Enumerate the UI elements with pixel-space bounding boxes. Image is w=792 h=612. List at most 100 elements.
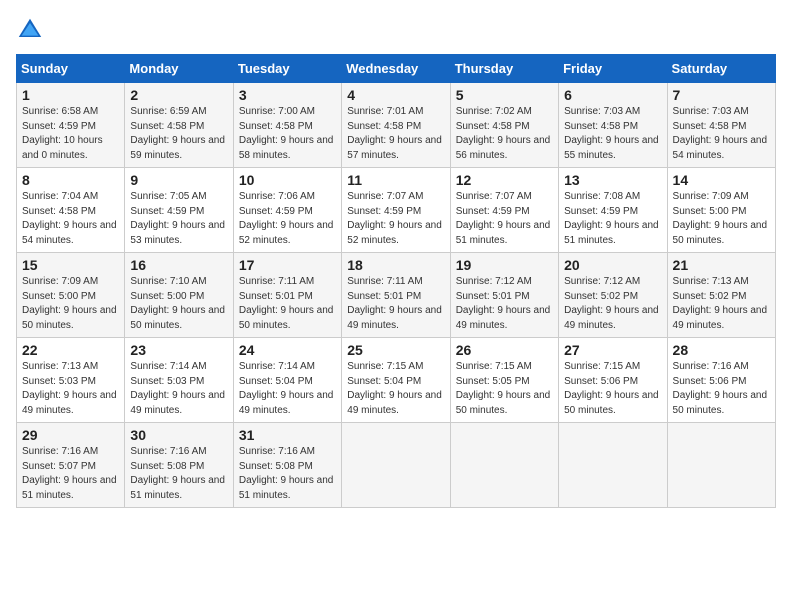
calendar-cell: 16 Sunrise: 7:10 AMSunset: 5:00 PMDayligh… — [125, 253, 233, 338]
day-number: 17 — [239, 257, 336, 273]
calendar-cell: 3 Sunrise: 7:00 AMSunset: 4:58 PMDaylight… — [233, 83, 341, 168]
calendar-week-2: 8 Sunrise: 7:04 AMSunset: 4:58 PMDaylight… — [17, 168, 776, 253]
calendar-cell — [342, 423, 450, 508]
day-number: 15 — [22, 257, 119, 273]
day-number: 31 — [239, 427, 336, 443]
day-info: Sunrise: 7:14 AMSunset: 5:04 PMDaylight:… — [239, 360, 336, 418]
day-info: Sunrise: 7:12 AMSunset: 5:02 PMDaylight:… — [564, 275, 661, 333]
day-number: 25 — [347, 342, 444, 358]
calendar-cell: 9 Sunrise: 7:05 AMSunset: 4:59 PMDaylight… — [125, 168, 233, 253]
calendar-cell: 24 Sunrise: 7:14 AMSunset: 5:04 PMDayligh… — [233, 338, 341, 423]
day-number: 23 — [130, 342, 227, 358]
day-number: 11 — [347, 172, 444, 188]
day-info: Sunrise: 7:08 AMSunset: 4:59 PMDaylight:… — [564, 190, 661, 248]
day-number: 7 — [673, 87, 770, 103]
calendar-cell: 26 Sunrise: 7:15 AMSunset: 5:05 PMDayligh… — [450, 338, 558, 423]
day-number: 3 — [239, 87, 336, 103]
calendar-cell: 17Sunrise: 7:11 AMSunset: 5:01 PMDayligh… — [233, 253, 341, 338]
day-number: 22 — [22, 342, 119, 358]
calendar-cell: 18Sunrise: 7:11 AMSunset: 5:01 PMDayligh… — [342, 253, 450, 338]
calendar-cell: 21 Sunrise: 7:13 AMSunset: 5:02 PMDayligh… — [667, 253, 775, 338]
calendar-cell — [559, 423, 667, 508]
day-number: 30 — [130, 427, 227, 443]
calendar-cell — [450, 423, 558, 508]
day-info: Sunrise: 7:07 AMSunset: 4:59 PMDaylight:… — [456, 190, 553, 248]
day-info: Sunrise: 7:05 AMSunset: 4:59 PMDaylight:… — [130, 190, 227, 248]
day-info: Sunrise: 7:09 AMSunset: 5:00 PMDaylight:… — [673, 190, 770, 248]
day-number: 2 — [130, 87, 227, 103]
day-info: Sunrise: 6:59 AMSunset: 4:58 PMDaylight:… — [130, 105, 227, 163]
calendar-week-4: 22 Sunrise: 7:13 AMSunset: 5:03 PMDayligh… — [17, 338, 776, 423]
calendar-cell: 5Sunrise: 7:02 AMSunset: 4:58 PMDaylight… — [450, 83, 558, 168]
day-number: 19 — [456, 257, 553, 273]
day-number: 10 — [239, 172, 336, 188]
calendar-cell: 14Sunrise: 7:09 AMSunset: 5:00 PMDayligh… — [667, 168, 775, 253]
day-number: 29 — [22, 427, 119, 443]
day-number: 18 — [347, 257, 444, 273]
calendar-cell: 25 Sunrise: 7:15 AMSunset: 5:04 PMDayligh… — [342, 338, 450, 423]
calendar-cell: 30 Sunrise: 7:16 AMSunset: 5:08 PMDayligh… — [125, 423, 233, 508]
calendar-cell: 11Sunrise: 7:07 AMSunset: 4:59 PMDayligh… — [342, 168, 450, 253]
day-number: 4 — [347, 87, 444, 103]
calendar-cell: 13 Sunrise: 7:08 AMSunset: 4:59 PMDayligh… — [559, 168, 667, 253]
day-info: Sunrise: 7:13 AMSunset: 5:03 PMDaylight:… — [22, 360, 119, 418]
calendar-cell: 7Sunrise: 7:03 AMSunset: 4:58 PMDaylight… — [667, 83, 775, 168]
page-header — [16, 16, 776, 44]
weekday-header-tuesday: Tuesday — [233, 55, 341, 83]
weekday-header-thursday: Thursday — [450, 55, 558, 83]
calendar-cell: 27Sunrise: 7:15 AMSunset: 5:06 PMDayligh… — [559, 338, 667, 423]
weekday-header-saturday: Saturday — [667, 55, 775, 83]
day-number: 21 — [673, 257, 770, 273]
day-info: Sunrise: 7:13 AMSunset: 5:02 PMDaylight:… — [673, 275, 770, 333]
weekday-header-monday: Monday — [125, 55, 233, 83]
calendar-cell: 22 Sunrise: 7:13 AMSunset: 5:03 PMDayligh… — [17, 338, 125, 423]
calendar-cell — [667, 423, 775, 508]
weekday-row: SundayMondayTuesdayWednesdayThursdayFrid… — [17, 55, 776, 83]
day-info: Sunrise: 7:03 AMSunset: 4:58 PMDaylight:… — [564, 105, 661, 163]
calendar-cell: 20Sunrise: 7:12 AMSunset: 5:02 PMDayligh… — [559, 253, 667, 338]
calendar-cell: 1 Sunrise: 6:58 AMSunset: 4:59 PMDaylight… — [17, 83, 125, 168]
calendar-header: SundayMondayTuesdayWednesdayThursdayFrid… — [17, 55, 776, 83]
day-info: Sunrise: 7:16 AMSunset: 5:08 PMDaylight:… — [130, 445, 227, 503]
day-number: 16 — [130, 257, 227, 273]
calendar-cell: 15 Sunrise: 7:09 AMSunset: 5:00 PMDayligh… — [17, 253, 125, 338]
weekday-header-friday: Friday — [559, 55, 667, 83]
day-number: 1 — [22, 87, 119, 103]
calendar-cell: 28 Sunrise: 7:16 AMSunset: 5:06 PMDayligh… — [667, 338, 775, 423]
calendar-cell: 31Sunrise: 7:16 AMSunset: 5:08 PMDayligh… — [233, 423, 341, 508]
day-number: 24 — [239, 342, 336, 358]
weekday-header-sunday: Sunday — [17, 55, 125, 83]
day-number: 13 — [564, 172, 661, 188]
day-info: Sunrise: 7:04 AMSunset: 4:58 PMDaylight:… — [22, 190, 119, 248]
logo-icon — [16, 16, 44, 44]
day-number: 6 — [564, 87, 661, 103]
calendar-week-3: 15 Sunrise: 7:09 AMSunset: 5:00 PMDayligh… — [17, 253, 776, 338]
calendar-body: 1 Sunrise: 6:58 AMSunset: 4:59 PMDaylight… — [17, 83, 776, 508]
logo — [16, 16, 48, 44]
day-info: Sunrise: 7:02 AMSunset: 4:58 PMDaylight:… — [456, 105, 553, 163]
day-info: Sunrise: 7:16 AMSunset: 5:06 PMDaylight:… — [673, 360, 770, 418]
calendar-cell: 4 Sunrise: 7:01 AMSunset: 4:58 PMDaylight… — [342, 83, 450, 168]
day-info: Sunrise: 7:12 AMSunset: 5:01 PMDaylight:… — [456, 275, 553, 333]
day-info: Sunrise: 7:15 AMSunset: 5:05 PMDaylight:… — [456, 360, 553, 418]
calendar-cell: 6 Sunrise: 7:03 AMSunset: 4:58 PMDaylight… — [559, 83, 667, 168]
day-number: 27 — [564, 342, 661, 358]
day-info: Sunrise: 7:06 AMSunset: 4:59 PMDaylight:… — [239, 190, 336, 248]
day-info: Sunrise: 6:58 AMSunset: 4:59 PMDaylight:… — [22, 105, 119, 163]
day-info: Sunrise: 7:09 AMSunset: 5:00 PMDaylight:… — [22, 275, 119, 333]
day-number: 12 — [456, 172, 553, 188]
calendar-week-5: 29Sunrise: 7:16 AMSunset: 5:07 PMDayligh… — [17, 423, 776, 508]
day-info: Sunrise: 7:14 AMSunset: 5:03 PMDaylight:… — [130, 360, 227, 418]
day-info: Sunrise: 7:01 AMSunset: 4:58 PMDaylight:… — [347, 105, 444, 163]
calendar-week-1: 1 Sunrise: 6:58 AMSunset: 4:59 PMDaylight… — [17, 83, 776, 168]
calendar-cell: 23 Sunrise: 7:14 AMSunset: 5:03 PMDayligh… — [125, 338, 233, 423]
day-number: 8 — [22, 172, 119, 188]
day-number: 28 — [673, 342, 770, 358]
day-info: Sunrise: 7:10 AMSunset: 5:00 PMDaylight:… — [130, 275, 227, 333]
day-info: Sunrise: 7:00 AMSunset: 4:58 PMDaylight:… — [239, 105, 336, 163]
calendar-cell: 19 Sunrise: 7:12 AMSunset: 5:01 PMDayligh… — [450, 253, 558, 338]
day-number: 26 — [456, 342, 553, 358]
calendar-cell: 8 Sunrise: 7:04 AMSunset: 4:58 PMDaylight… — [17, 168, 125, 253]
day-info: Sunrise: 7:15 AMSunset: 5:04 PMDaylight:… — [347, 360, 444, 418]
day-number: 9 — [130, 172, 227, 188]
